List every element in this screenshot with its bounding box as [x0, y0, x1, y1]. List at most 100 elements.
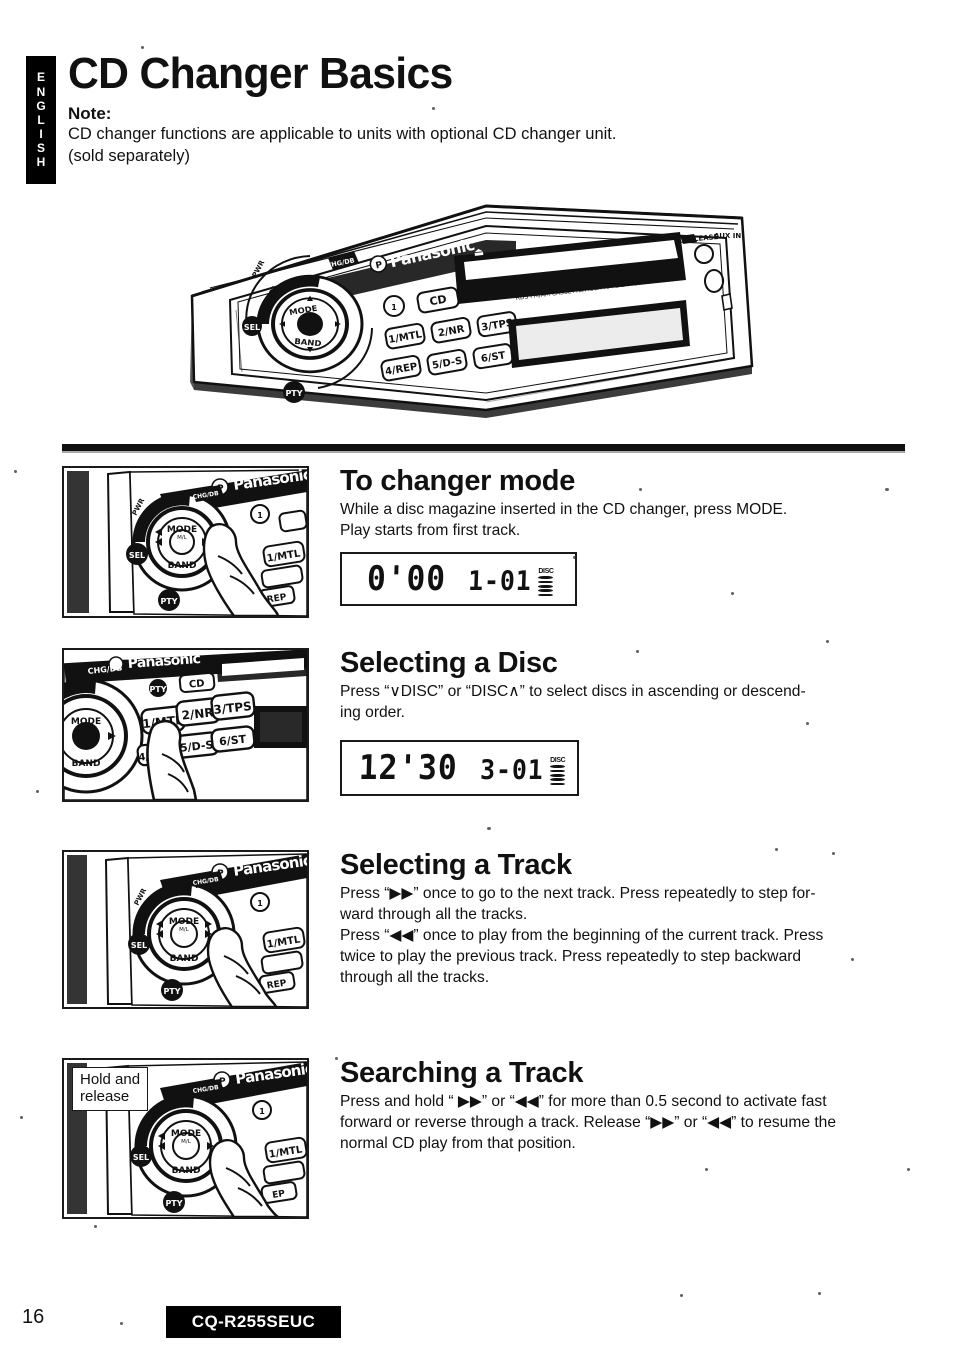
svg-text:BAND: BAND: [170, 954, 199, 964]
section-text-line: Press and hold “ ▶▶” or “◀◀” for more th…: [340, 1093, 827, 1111]
section-text: Press and hold “ ▶▶” or “◀◀” for more th…: [340, 1092, 902, 1155]
page-number: 16: [22, 1306, 45, 1328]
section-to-changer-mode: P Panasonic MODE M/L BAND VOL P: [62, 466, 907, 628]
scan-speck: [826, 640, 829, 643]
section-text: While a disc magazine inserted in the CD…: [340, 500, 900, 542]
callout-line-2: release: [80, 1088, 130, 1106]
section-body-to-changer-mode: To changer mode While a disc magazine in…: [340, 466, 900, 607]
section-text-line: through all the tracks.: [340, 969, 490, 987]
svg-text:MODE: MODE: [167, 525, 197, 535]
hold-and-release-callout: Hold and release: [72, 1067, 149, 1111]
note-line-2: (sold separately): [68, 146, 190, 165]
scan-speck: [573, 556, 576, 559]
scan-speck: [432, 107, 435, 110]
language-tab-letter: H: [36, 155, 46, 170]
section-text-line: While a disc magazine inserted in the CD…: [340, 501, 788, 519]
language-tab-letter: N: [36, 84, 46, 99]
section-selecting-a-track: P Panasonic MODE M/L BAND VOL: [62, 850, 907, 1015]
callout-line-1: Hold and: [80, 1071, 141, 1088]
section-text-line: normal CD play from that position.: [340, 1135, 576, 1153]
scan-speck: [141, 46, 144, 49]
scan-speck: [487, 827, 491, 830]
scan-speck: [639, 488, 642, 491]
scan-speck: [832, 852, 835, 855]
svg-text:1: 1: [391, 303, 397, 312]
section-text-line: Press “∨DISC” or “DISC∧” to select discs…: [340, 683, 806, 701]
disc-stack-icon: DISC: [538, 568, 554, 597]
svg-text:BAND: BAND: [72, 759, 101, 769]
language-tab-letter: G: [36, 98, 46, 113]
section-heading: Searching a Track: [340, 1057, 584, 1089]
section-text-line: Press “◀◀” once to play from the beginni…: [340, 927, 824, 945]
svg-text:AUX IN: AUX IN: [714, 232, 741, 240]
section-text: Press “▶▶” once to go to the next track.…: [340, 884, 902, 989]
scan-speck: [775, 848, 778, 851]
svg-text:1: 1: [257, 899, 263, 908]
section-text-line: ward through all the tracks.: [340, 906, 528, 924]
scan-speck: [94, 1225, 97, 1228]
section-text-line: Play starts from first track.: [340, 522, 521, 540]
scan-speck: [335, 1057, 338, 1060]
scan-speck: [120, 1322, 123, 1325]
scan-speck: [907, 1168, 910, 1171]
language-tab-letter: L: [37, 112, 45, 127]
language-tab-letter: E: [36, 70, 45, 85]
head-unit-illustration: P Panasonic MODE M/L BAND VOL PWR SEL PT…: [186, 196, 758, 426]
note-line-1: CD changer functions are applicable to u…: [68, 125, 617, 143]
svg-text:MODE: MODE: [169, 917, 199, 927]
section-searching-a-track: P Panasonic MODE M/L BAND VOL SEL PTY CH…: [62, 1058, 907, 1223]
svg-text:MODE: MODE: [71, 717, 101, 727]
scan-speck: [731, 592, 734, 595]
lcd-time: 0'00: [366, 559, 448, 600]
section-heading: Selecting a Disc: [340, 647, 558, 679]
svg-text:PTY: PTY: [163, 987, 180, 996]
scan-speck: [36, 790, 39, 793]
illustration-to-changer-mode: P Panasonic MODE M/L BAND VOL P: [62, 466, 309, 618]
lcd-disc-label: DISC: [538, 568, 554, 576]
lcd-time: 12'30: [357, 748, 458, 789]
section-selecting-a-disc: Panasonic MODE BAND CHG/DB PTY CD 2/NR 3…: [62, 648, 907, 810]
scan-speck: [851, 958, 854, 961]
illustration-searching-a-track: P Panasonic MODE M/L BAND VOL SEL PTY CH…: [62, 1058, 309, 1219]
scan-speck: [636, 650, 639, 653]
disc-stack-glyph: [538, 576, 554, 597]
svg-text:SEL: SEL: [131, 941, 147, 950]
svg-text:PTY: PTY: [149, 685, 166, 694]
lcd-display-to-changer-mode: 0'00 1-01 DISC: [340, 552, 577, 607]
illustration-selecting-a-disc: Panasonic MODE BAND CHG/DB PTY CD 2/NR 3…: [62, 648, 309, 802]
section-text-line: twice to play the previous track. Press …: [340, 948, 802, 966]
svg-text:PTY: PTY: [285, 389, 302, 398]
language-tab-letter: I: [39, 127, 43, 142]
lcd-track: 3-01: [479, 755, 545, 787]
section-text-line: ing order.: [340, 704, 406, 722]
section-text: Press “∨DISC” or “DISC∧” to select discs…: [340, 682, 900, 724]
illustration-selecting-a-track: P Panasonic MODE M/L BAND VOL: [62, 850, 309, 1009]
scan-speck: [885, 488, 889, 491]
svg-text:PTY: PTY: [165, 1199, 182, 1208]
scan-speck: [20, 1116, 23, 1119]
svg-text:BAND: BAND: [172, 1166, 201, 1176]
svg-text:1: 1: [257, 511, 263, 520]
disc-stack-glyph: [550, 765, 566, 786]
section-divider: [62, 444, 905, 453]
scan-speck: [806, 722, 809, 725]
section-body-selecting-a-track: Selecting a Track Press “▶▶” once to go …: [340, 850, 902, 989]
svg-text:PTY: PTY: [160, 597, 177, 606]
svg-text:SEL: SEL: [129, 551, 145, 560]
lcd-disc-label: DISC: [550, 757, 566, 765]
section-body-searching-a-track: Searching a Track Press and hold “ ▶▶” o…: [340, 1058, 902, 1155]
model-number-badge: CQ-R255SEUC: [166, 1306, 341, 1338]
section-text-line: Press “▶▶” once to go to the next track.…: [340, 885, 816, 903]
svg-text:CD: CD: [189, 678, 206, 690]
page-title: CD Changer Basics: [68, 49, 453, 98]
svg-text:M/L: M/L: [177, 535, 188, 541]
svg-text:MODE: MODE: [171, 1129, 201, 1139]
lcd-track: 1-01: [468, 566, 533, 598]
scan-speck: [818, 1292, 821, 1295]
disc-stack-icon: DISC: [550, 757, 566, 786]
section-text-line: forward or reverse through a track. Rele…: [340, 1114, 837, 1132]
language-tab-letter: S: [36, 141, 45, 156]
svg-text:M/L: M/L: [179, 927, 190, 933]
svg-text:1: 1: [259, 1107, 265, 1116]
manual-page: ENGLISH E N G L I S H CD Changer Basics …: [0, 0, 954, 1348]
